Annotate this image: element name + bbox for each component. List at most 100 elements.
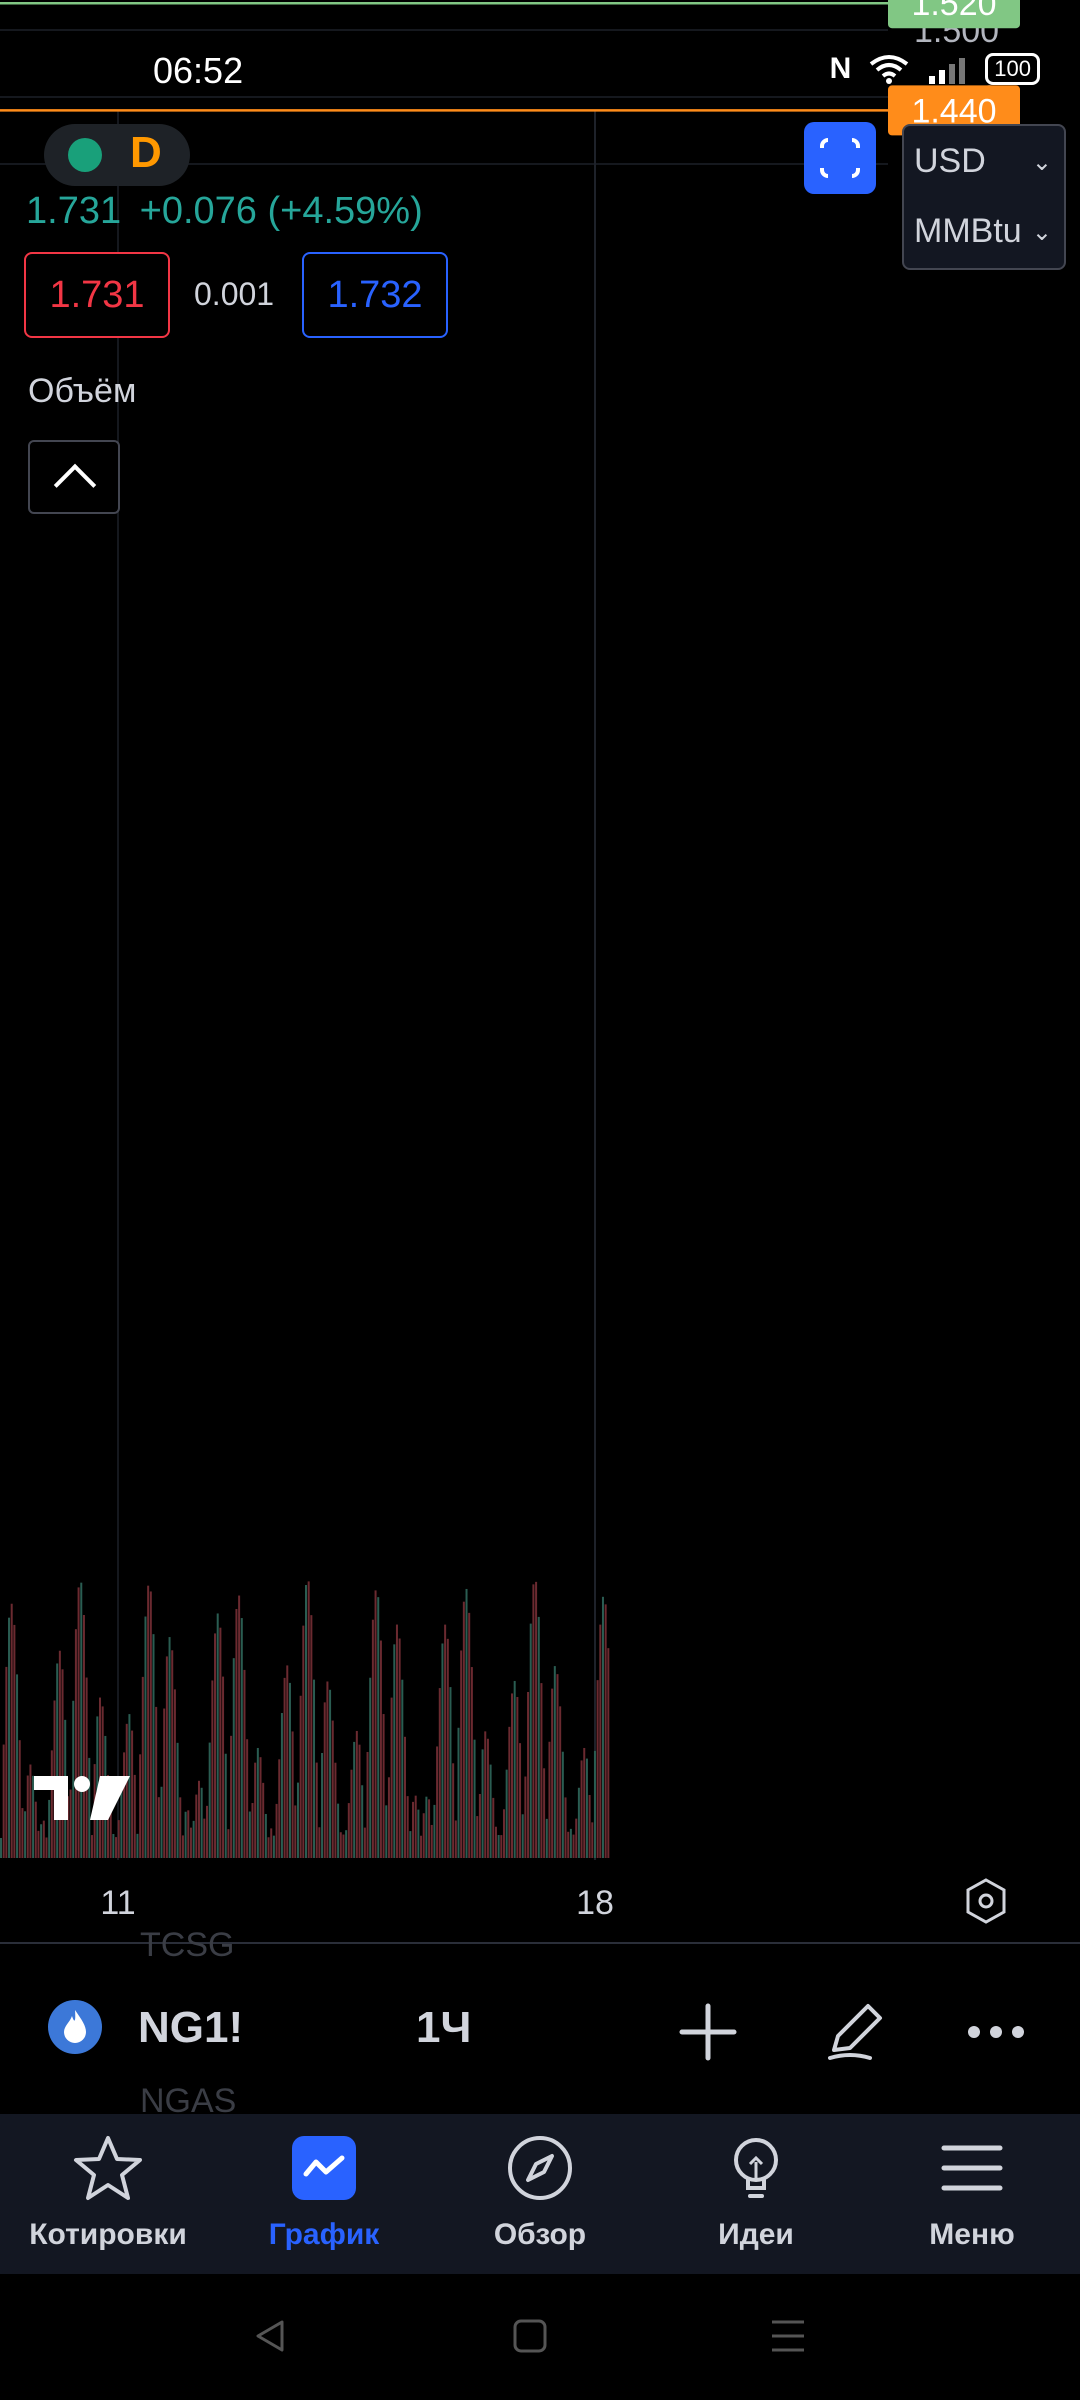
volume-bar [58,1650,61,1858]
volume-bar [144,1616,147,1858]
volume-bar [176,1742,179,1858]
volume-bar [553,1666,556,1858]
volume-bar [430,1824,433,1858]
fullscreen-button[interactable] [804,122,876,194]
volume-bar [403,1736,406,1858]
volume-bar [521,1814,524,1858]
symbol-logo-icon[interactable] [48,2000,102,2054]
buy-button[interactable]: 1.732 [302,252,448,338]
collapse-indicators-button[interactable] [28,440,120,514]
interval-selector[interactable]: 1Ч [416,2003,471,2053]
volume-bar [460,1650,463,1858]
volume-bar [230,1735,233,1858]
volume-bar [160,1786,163,1858]
volume-bar [401,1679,404,1858]
volume-bar [462,1601,465,1858]
volume-bar [417,1809,420,1858]
volume-bar [449,1687,452,1858]
volume-bar [286,1665,289,1858]
volume-bar [398,1638,401,1858]
volume-bar [545,1818,548,1858]
signal-icon [929,58,966,84]
nav-overview[interactable]: Обзор [432,2114,648,2274]
volume-bar [537,1616,540,1858]
volume-bar [197,1780,200,1858]
nav-menu[interactable]: Меню [864,2114,1080,2274]
unit-selector[interactable]: USD ⌄ MMBtu ⌄ [902,124,1066,270]
volume-bar [291,1731,294,1858]
volume-bar [446,1638,449,1858]
battery-icon: 100 [985,53,1040,85]
volume-bar [173,1689,176,1858]
volume-bar [585,1758,588,1858]
volume-bar [489,1764,492,1858]
volume-bar [315,1762,318,1858]
volume-bar [567,1831,570,1858]
volume-bar [2,1744,5,1858]
compass-icon [508,2136,572,2200]
volume-bar [374,1590,377,1858]
volume-bar [551,1688,554,1858]
volume-bar [272,1835,275,1858]
add-icon[interactable] [676,2000,740,2064]
more-icon[interactable] [966,2024,1026,2040]
volume-bar [577,1787,580,1858]
nav-quotes[interactable]: Котировки [0,2114,216,2274]
volume-bar [505,1769,508,1858]
volume-bar [181,1835,184,1858]
volume-bar [601,1596,604,1858]
back-icon[interactable] [250,2316,290,2356]
nav-ideas[interactable]: Идеи [648,2114,864,2274]
volume-bar [543,1768,546,1858]
volume-bar [422,1813,425,1858]
volume-bar [280,1713,283,1858]
volume-bar [599,1624,602,1858]
volume-bar [152,1634,155,1858]
settings-icon-center [978,1893,994,1909]
spread-value: 0.001 [194,276,275,312]
volume-bar [61,1669,64,1858]
volume-bar [275,1803,278,1858]
volume-bar [484,1731,487,1858]
indicator-pill[interactable] [44,124,190,186]
volume-bar [500,1835,503,1858]
x-tick-label: 11 [100,1884,135,1922]
volume-bar [214,1633,217,1858]
lightbulb-icon [734,2138,778,2198]
recents-icon[interactable] [768,2316,808,2356]
volume-bar [556,1674,559,1858]
volume-bar [441,1643,444,1858]
volume-bar [26,1775,29,1858]
x-tick-label: 18 [576,1884,614,1922]
volume-bar [326,1681,329,1858]
volume-bar [323,1702,326,1858]
currency-select[interactable]: USD [914,142,986,181]
volume-bar [604,1604,607,1858]
nav-chart[interactable]: График [216,2114,432,2274]
volume-bar [184,1811,187,1858]
volume-bar [305,1585,307,1858]
status-bar: 06:52 N 100 [0,0,1080,110]
symbol-selector[interactable]: NG1! [138,2003,243,2053]
last-price: 1.731 [26,190,122,232]
volume-bar [45,1837,48,1858]
star-icon [74,2136,142,2200]
volume-bar [511,1693,514,1858]
volume-bar [331,1720,334,1858]
sell-button[interactable]: 1.731 [24,252,170,338]
nav-label: Обзор [493,2218,587,2251]
home-icon[interactable] [512,2318,548,2354]
ghost-symbol-above: TCSG [140,1926,235,1964]
unit-select[interactable]: MMBtu [914,212,1022,251]
pencil-icon[interactable] [820,1994,892,2066]
volume-bar [486,1738,489,1858]
volume-bar [527,1691,530,1858]
volume-bar [412,1801,415,1858]
volume-bar [5,1666,8,1858]
volume-bar [147,1585,150,1858]
volume-bar [395,1624,398,1858]
volume-bar [385,1805,388,1858]
volume-bar [361,1785,364,1858]
volume-bar [347,1803,350,1858]
settings-icon[interactable] [966,1878,1006,1924]
